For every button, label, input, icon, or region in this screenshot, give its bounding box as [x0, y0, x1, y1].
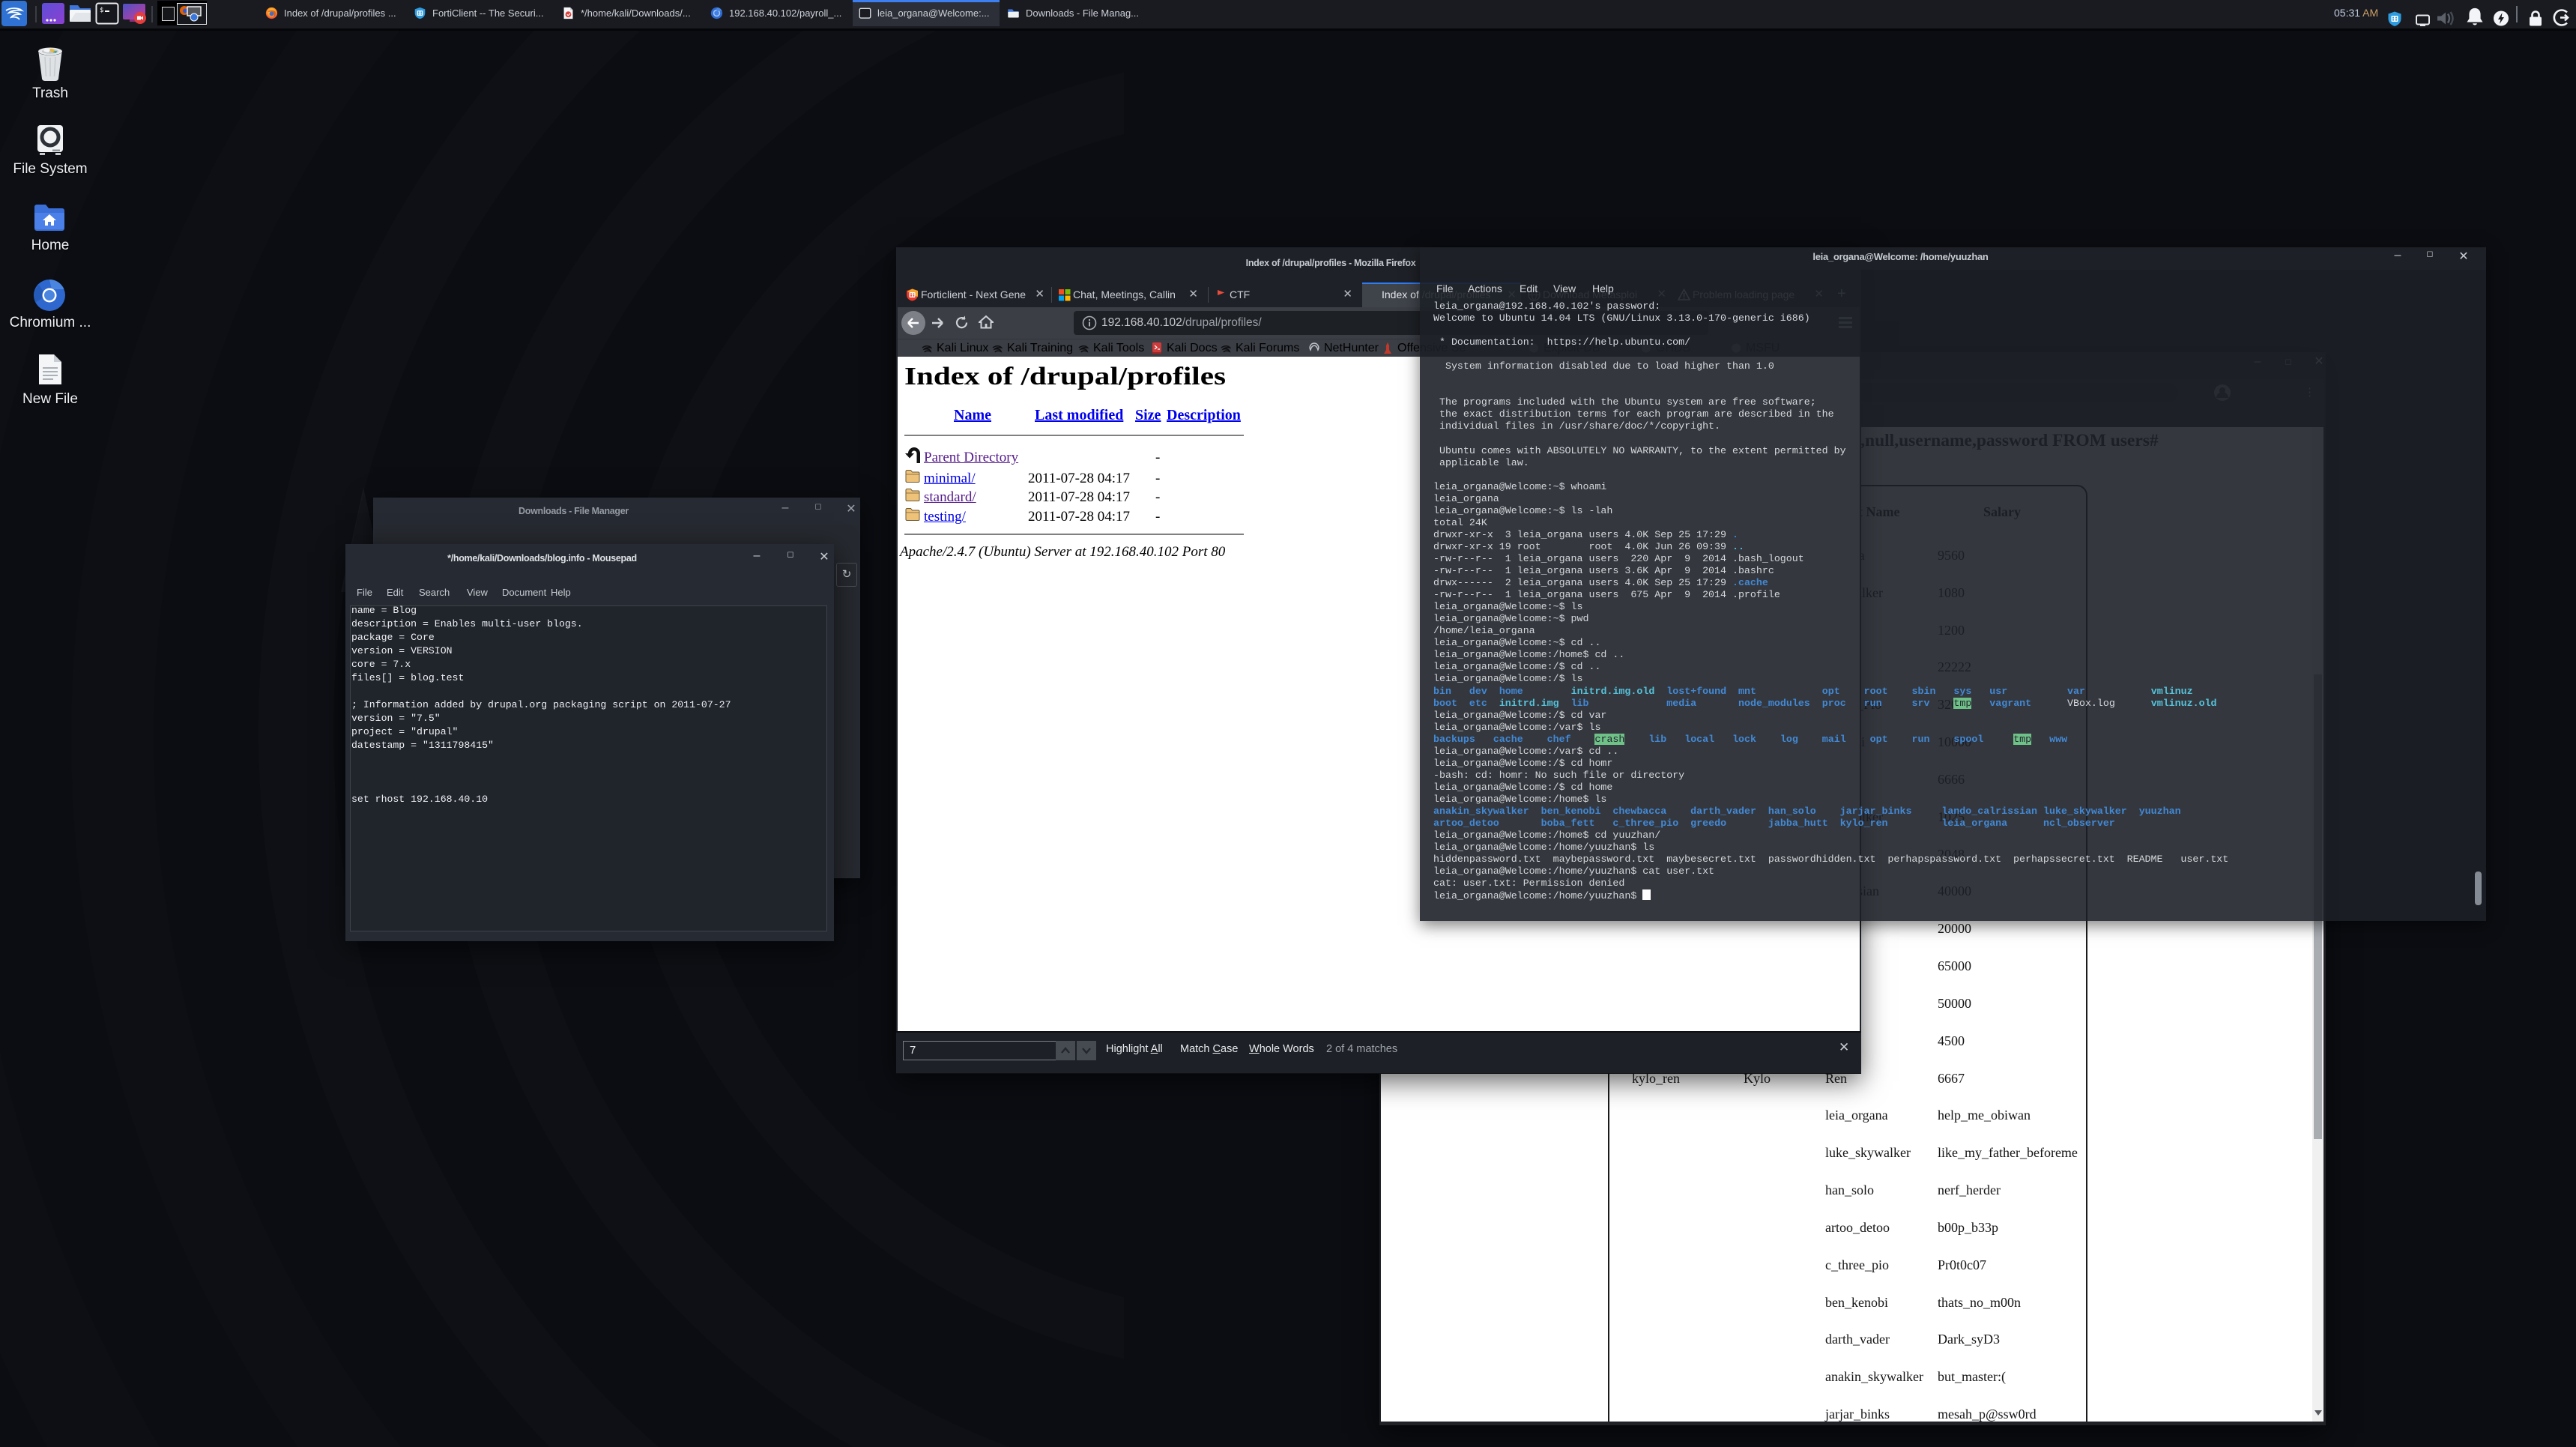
- svg-text:$: $: [100, 7, 103, 14]
